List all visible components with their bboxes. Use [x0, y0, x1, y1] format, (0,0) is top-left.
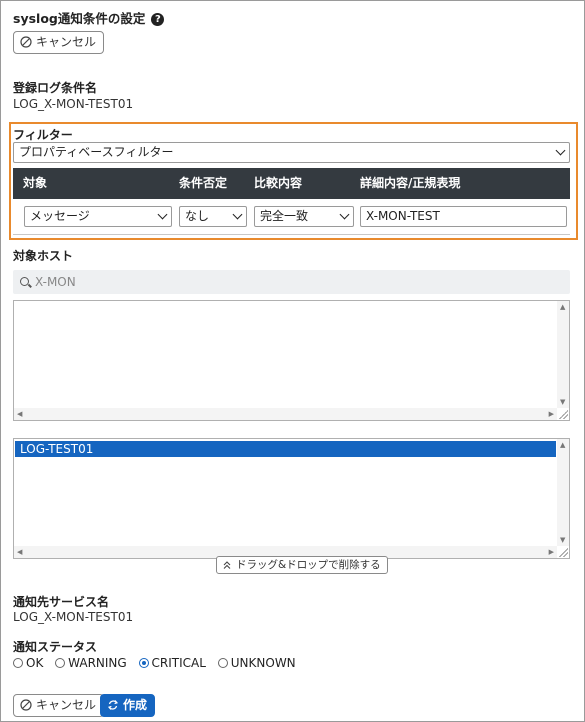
- cancel-icon: [20, 36, 32, 48]
- create-button[interactable]: 作成: [100, 694, 156, 717]
- target-host-label: 対象ホスト: [13, 249, 74, 263]
- column-header-detail: 詳細内容/正規表現: [360, 176, 461, 190]
- radio-circle-icon: [217, 658, 228, 668]
- column-header-compare: 比較内容: [254, 176, 303, 190]
- search-icon: [20, 277, 29, 286]
- chevron-down-icon: [339, 209, 350, 220]
- scroll-up-icon[interactable]: ▲: [560, 441, 565, 449]
- host-search-input[interactable]: X-MON: [13, 270, 570, 294]
- column-header-negate: 条件否定: [179, 176, 228, 190]
- double-chevron-up-icon: [223, 561, 231, 569]
- notify-status-label: 通知ステータス: [13, 640, 98, 654]
- notify-service-label: 通知先サービス名: [13, 595, 110, 609]
- scroll-right-icon[interactable]: ▶: [549, 548, 554, 556]
- notify-service-value: LOG_X-MON-TEST01: [13, 610, 134, 624]
- scroll-right-icon[interactable]: ▶: [549, 410, 554, 418]
- selected-host-item[interactable]: LOG-TEST01: [15, 441, 556, 457]
- cancel-button-top[interactable]: キャンセル: [13, 31, 105, 54]
- notify-status-options: OK WARNING CRITICAL UNKNOWN: [13, 656, 304, 670]
- help-icon[interactable]: ?: [151, 13, 165, 26]
- cancel-button-bottom[interactable]: キャンセル: [13, 694, 105, 717]
- radio-circle-icon: [55, 658, 66, 668]
- page-title: syslog通知条件の設定?: [13, 8, 165, 27]
- detail-input[interactable]: X-MON-TEST: [360, 206, 567, 227]
- vertical-scrollbar[interactable]: ▲ ▼: [557, 439, 569, 546]
- filter-table-header: 対象 条件否定 比較内容 詳細内容/正規表現: [13, 168, 570, 199]
- cancel-icon: [20, 699, 32, 711]
- scroll-left-icon[interactable]: ◀: [17, 410, 22, 418]
- negate-select[interactable]: なし: [179, 206, 247, 227]
- vertical-scrollbar[interactable]: ▲ ▼: [557, 301, 569, 408]
- host-candidate-list[interactable]: ▲ ▼ ◀ ▶: [13, 300, 570, 421]
- chevron-down-icon: [555, 145, 566, 156]
- host-selected-list[interactable]: LOG-TEST01 ▲ ▼ ◀ ▶: [13, 438, 570, 559]
- filter-type-select[interactable]: プロパティベースフィルター: [13, 142, 570, 163]
- horizontal-scrollbar[interactable]: ◀ ▶: [14, 408, 557, 420]
- radio-checked-icon: [138, 658, 149, 668]
- resize-grip-icon[interactable]: [558, 409, 568, 419]
- radio-critical[interactable]: CRITICAL: [138, 656, 206, 670]
- filter-row-divider: [13, 234, 570, 235]
- filter-label: フィルター: [13, 128, 73, 142]
- scroll-up-icon[interactable]: ▲: [560, 303, 565, 311]
- radio-warning[interactable]: WARNING: [55, 656, 127, 670]
- resize-grip-icon[interactable]: [558, 547, 568, 557]
- scroll-left-icon[interactable]: ◀: [17, 548, 22, 556]
- radio-circle-icon: [13, 658, 23, 668]
- target-select[interactable]: メッセージ: [24, 206, 172, 227]
- drag-drop-delete-button[interactable]: ドラッグ&ドロップで削除する: [216, 556, 388, 574]
- scroll-down-icon[interactable]: ▼: [560, 536, 565, 544]
- log-condition-label: 登録ログ条件名: [13, 81, 98, 95]
- radio-ok[interactable]: OK: [13, 656, 43, 670]
- radio-unknown[interactable]: UNKNOWN: [217, 656, 296, 670]
- column-header-target: 対象: [23, 176, 48, 190]
- chevron-down-icon: [232, 209, 243, 220]
- chevron-down-icon: [157, 209, 168, 220]
- scroll-down-icon[interactable]: ▼: [560, 398, 565, 406]
- dialog-frame: syslog通知条件の設定? キャンセル 登録ログ条件名 LOG_X-MON-T…: [0, 0, 585, 722]
- log-condition-value: LOG_X-MON-TEST01: [13, 97, 134, 111]
- compare-select[interactable]: 完全一致: [254, 206, 354, 227]
- sync-icon: [107, 700, 119, 710]
